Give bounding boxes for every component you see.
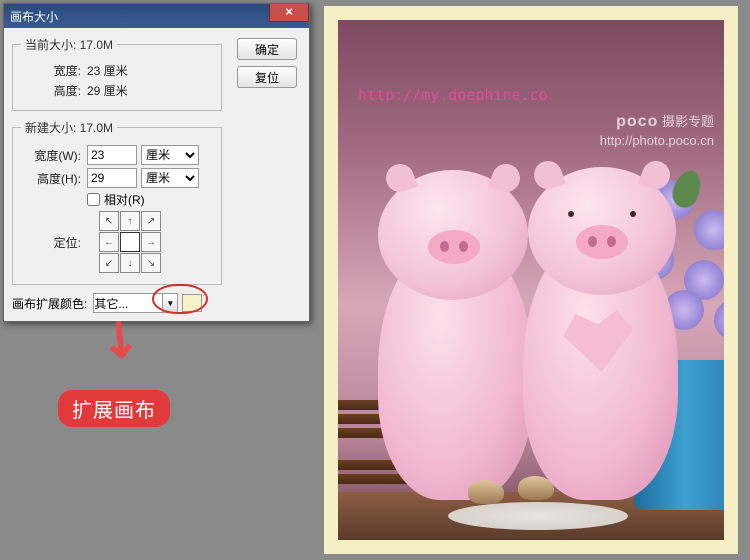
dialog-body: 确定 复位 当前大小: 17.0M 宽度: 23 厘米 高度: 29 厘米 新建… xyxy=(4,28,309,321)
anchor-s[interactable]: ↓ xyxy=(120,253,140,273)
chevron-down-icon: ▼ xyxy=(166,299,174,308)
new-height-label: 高度(H): xyxy=(21,170,81,187)
watermark-brand-url: http://photo.poco.cn xyxy=(600,133,714,148)
anchor-w[interactable]: ← xyxy=(99,232,119,252)
extension-color-label: 画布扩展颜色: xyxy=(12,295,87,312)
new-size-group: 新建大小: 17.0M 宽度(W): 厘米 高度(H): 厘米 相对(R) 定位… xyxy=(12,119,222,285)
anchor-e[interactable]: → xyxy=(141,232,161,252)
new-width-unit-select[interactable]: 厘米 xyxy=(141,145,199,165)
new-width-input[interactable] xyxy=(87,145,137,165)
relative-checkbox[interactable] xyxy=(87,193,100,206)
new-size-legend: 新建大小: 17.0M xyxy=(21,119,117,136)
extension-color-dropdown[interactable]: ▼ xyxy=(162,293,178,313)
annotation-tag: 扩展画布 xyxy=(58,390,170,427)
anchor-sw[interactable]: ↙ xyxy=(99,253,119,273)
watermark-brand-name: poco xyxy=(616,113,658,130)
extension-color-swatch[interactable] xyxy=(182,294,202,312)
watermark-brand-sub: 摄影专题 xyxy=(662,114,714,129)
relative-label: 相对(R) xyxy=(104,191,145,208)
anchor-se[interactable]: ↘ xyxy=(141,253,161,273)
current-width-value: 23 厘米 xyxy=(87,62,128,79)
dialog-buttons: 确定 复位 xyxy=(237,38,297,94)
current-size-group: 当前大小: 17.0M 宽度: 23 厘米 高度: 29 厘米 xyxy=(12,36,222,111)
anchor-center[interactable] xyxy=(120,232,140,252)
anchor-n[interactable]: ↑ xyxy=(120,211,140,231)
canvas-preview-image: http://my.doephine.co poco 摄影专题 http://p… xyxy=(338,20,724,540)
close-icon: × xyxy=(285,4,293,19)
reset-button[interactable]: 复位 xyxy=(237,66,297,88)
ok-button[interactable]: 确定 xyxy=(237,38,297,60)
current-width-label: 宽度: xyxy=(21,62,81,79)
current-height-value: 29 厘米 xyxy=(87,82,128,99)
dialog-title: 画布大小 xyxy=(10,8,58,25)
extension-color-row: 画布扩展颜色: ▼ xyxy=(12,293,301,313)
canvas-size-dialog: 画布大小 × 确定 复位 当前大小: 17.0M 宽度: 23 厘米 高度: 2… xyxy=(3,3,310,322)
watermark-brand: poco 摄影专题 http://photo.poco.cn xyxy=(600,112,714,150)
new-height-input[interactable] xyxy=(87,168,137,188)
titlebar[interactable]: 画布大小 × xyxy=(4,4,309,28)
close-button[interactable]: × xyxy=(269,4,309,22)
anchor-label: 定位: xyxy=(21,234,81,251)
anchor-nw[interactable]: ↖ xyxy=(99,211,119,231)
current-height-label: 高度: xyxy=(21,82,81,99)
new-height-unit-select[interactable]: 厘米 xyxy=(141,168,199,188)
canvas-preview-frame: http://my.doephine.co poco 摄影专题 http://p… xyxy=(324,6,738,554)
anchor-ne[interactable]: ↗ xyxy=(141,211,161,231)
bird-figurines xyxy=(468,470,588,510)
current-size-legend: 当前大小: 17.0M xyxy=(21,36,117,53)
anchor-grid[interactable]: ↖↑↗ ← → ↙↓↘ xyxy=(99,211,161,273)
watermark-url: http://my.doephine.co xyxy=(358,86,548,104)
pig-head-right xyxy=(528,167,676,295)
pig-head-left xyxy=(378,170,528,300)
new-width-label: 宽度(W): xyxy=(21,147,81,164)
extension-color-select[interactable] xyxy=(93,293,163,313)
